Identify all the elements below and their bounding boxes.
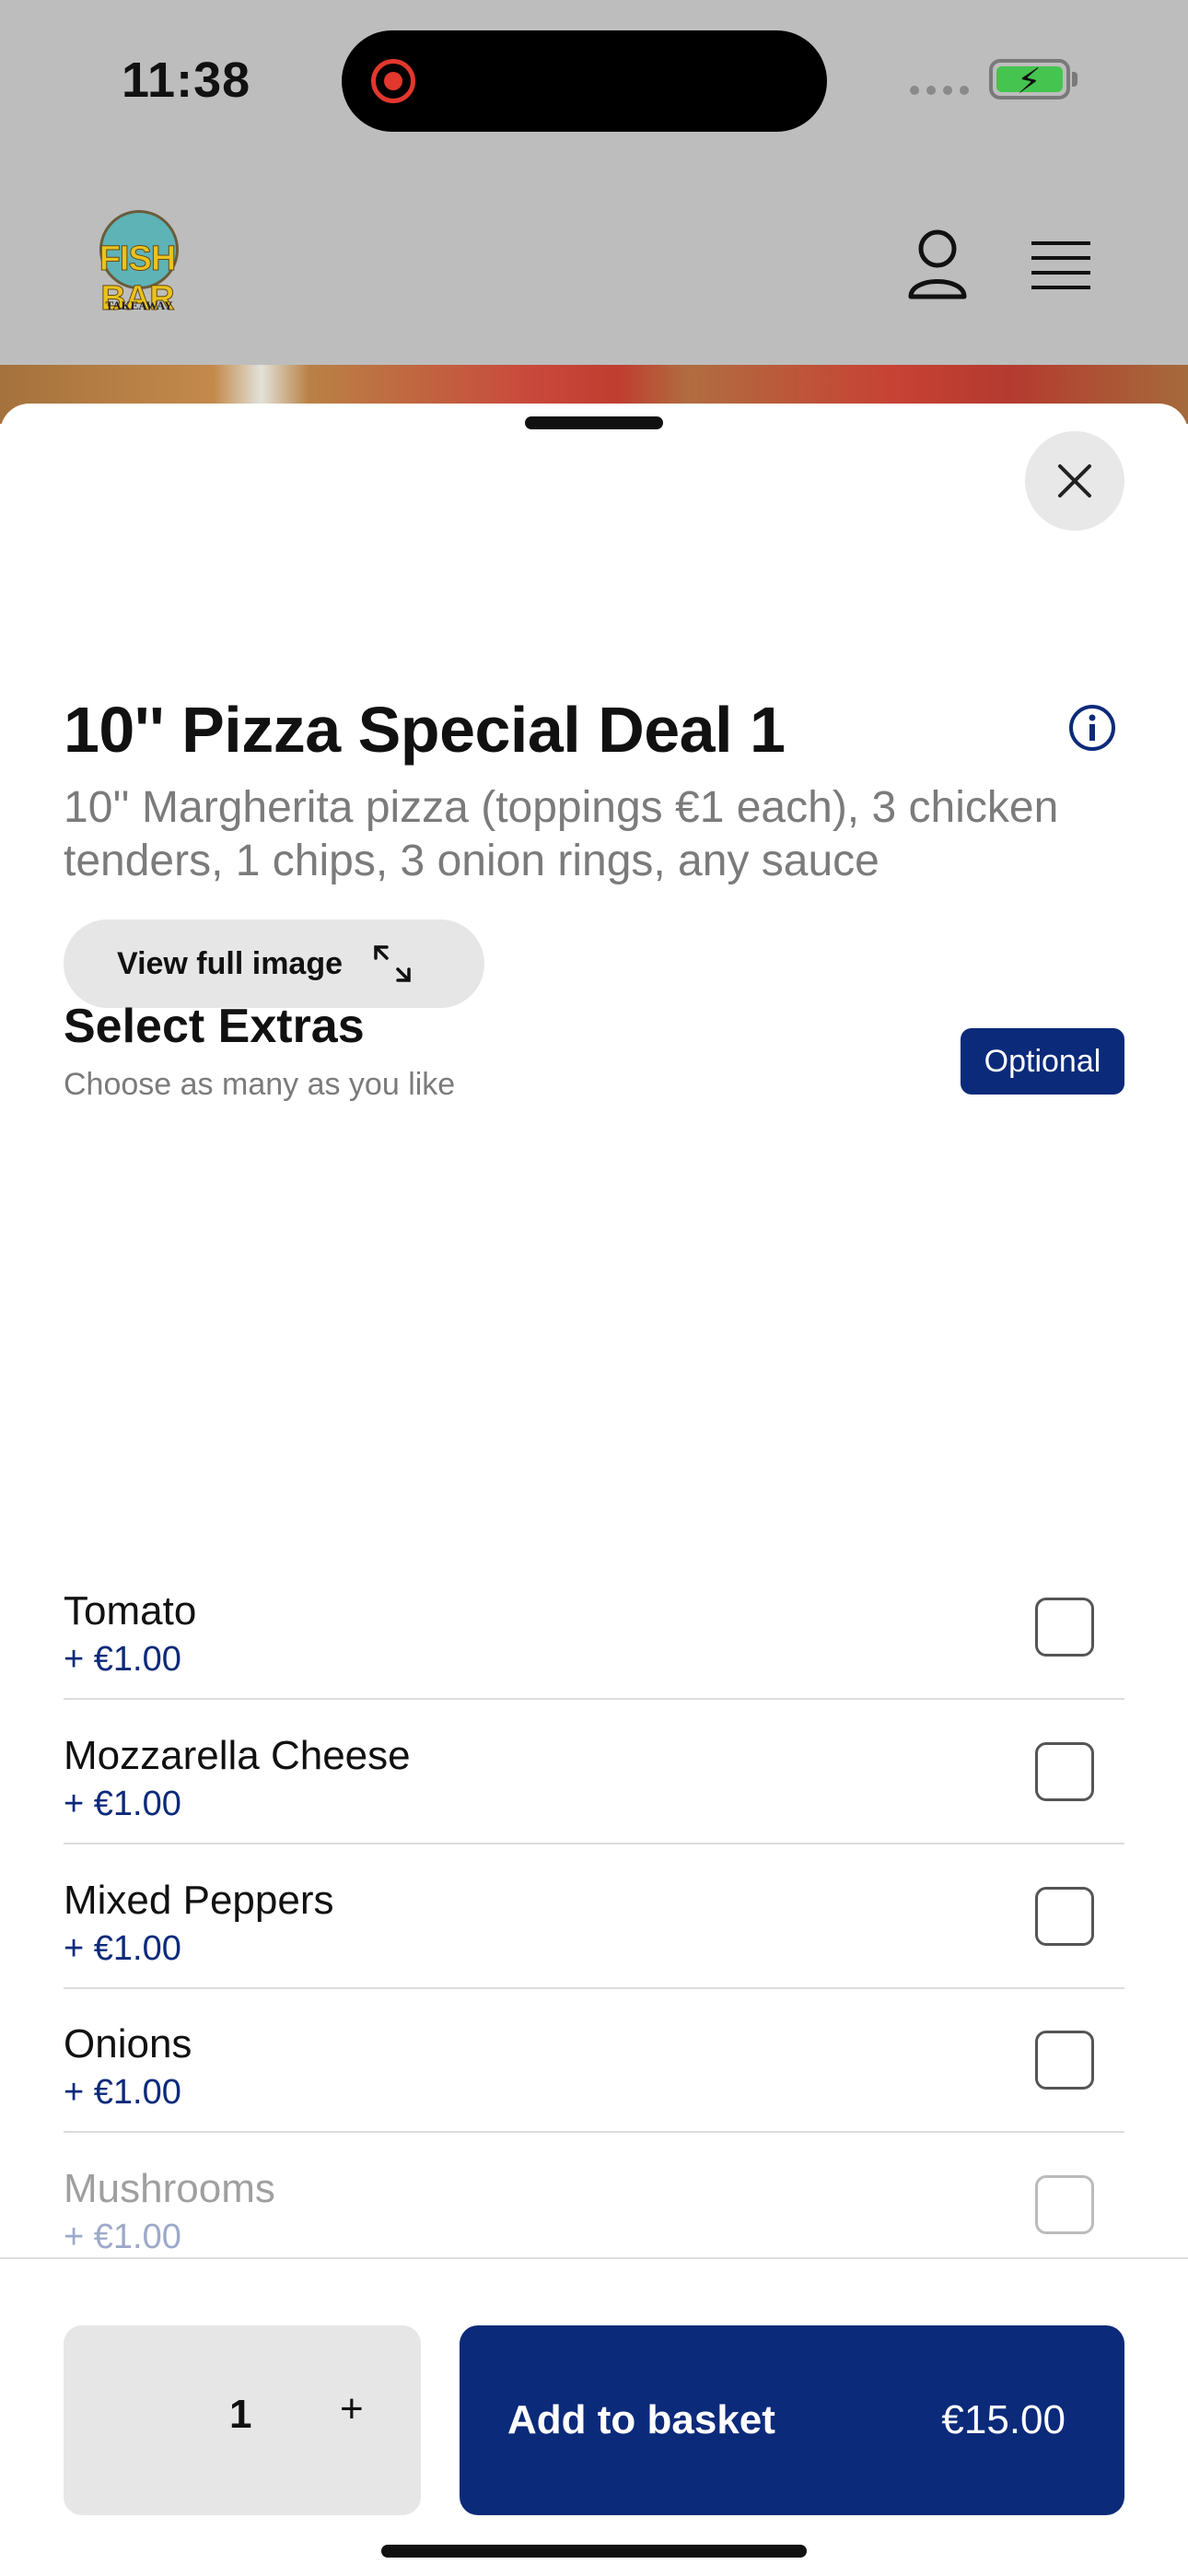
optional-badge: Optional bbox=[961, 1028, 1124, 1095]
home-indicator[interactable] bbox=[381, 2545, 807, 2558]
product-description: 10'' Margherita pizza (toppings €1 each)… bbox=[64, 783, 1059, 885]
add-to-basket-button[interactable]: Add to basket €15.00 bbox=[460, 2325, 1124, 2515]
quantity-stepper[interactable]: 1 + bbox=[64, 2325, 421, 2515]
status-time: 11:38 bbox=[122, 53, 251, 108]
info-icon[interactable] bbox=[1068, 704, 1116, 752]
view-full-image-button[interactable]: View full image bbox=[64, 919, 484, 1008]
close-icon bbox=[1058, 464, 1091, 498]
extra-option-onions[interactable]: Onions + €1.00 bbox=[64, 1988, 1124, 2133]
option-price: + €1.00 bbox=[64, 2218, 181, 2256]
add-to-basket-label: Add to basket bbox=[507, 2397, 775, 2442]
extras-title: Select Extras bbox=[64, 1000, 365, 1053]
extra-option-tomato[interactable]: Tomato + €1.00 bbox=[64, 1555, 1124, 1700]
option-checkbox[interactable] bbox=[1035, 1598, 1094, 1657]
product-title: 10'' Pizza Special Deal 1 bbox=[64, 694, 786, 766]
close-button[interactable] bbox=[1025, 431, 1124, 531]
option-name: Mozzarella Cheese bbox=[64, 1733, 411, 1778]
option-checkbox[interactable] bbox=[1035, 1742, 1094, 1801]
brand-logo[interactable]: FISH BAR TAKEAWAY bbox=[61, 203, 214, 322]
menu-icon[interactable] bbox=[1029, 228, 1093, 302]
basket-total: €15.00 bbox=[941, 2397, 1066, 2442]
option-price: + €1.00 bbox=[64, 1929, 181, 1968]
option-checkbox[interactable] bbox=[1035, 2175, 1094, 2234]
option-name: Mixed Peppers bbox=[64, 1878, 334, 1923]
signal-icon bbox=[910, 86, 969, 95]
view-full-image-label: View full image bbox=[117, 945, 344, 981]
option-price: + €1.00 bbox=[64, 1640, 181, 1679]
dynamic-island bbox=[342, 30, 827, 132]
basket-footer: 1 + Add to basket €15.00 bbox=[0, 2257, 1188, 2576]
extras-subtitle: Choose as many as you like bbox=[64, 1067, 456, 1102]
option-name: Tomato bbox=[64, 1588, 197, 1633]
battery-icon: ⚡ bbox=[989, 59, 1070, 101]
quantity-value: 1 bbox=[229, 2392, 252, 2437]
sheet-grabber[interactable] bbox=[525, 416, 663, 429]
extra-option-mixed-peppers[interactable]: Mixed Peppers + €1.00 bbox=[64, 1844, 1124, 1989]
option-name: Mushrooms bbox=[64, 2166, 275, 2211]
extra-option-mozzarella[interactable]: Mozzarella Cheese + €1.00 bbox=[64, 1700, 1124, 1844]
account-icon[interactable] bbox=[905, 228, 970, 302]
option-checkbox[interactable] bbox=[1035, 2031, 1094, 2090]
recording-indicator-icon bbox=[371, 59, 415, 103]
option-price: + €1.00 bbox=[64, 2073, 181, 2112]
option-name: Onions bbox=[64, 2021, 192, 2067]
extra-option-mushrooms[interactable]: Mushrooms + €1.00 bbox=[64, 2133, 1124, 2277]
option-price: + €1.00 bbox=[64, 1785, 181, 1823]
expand-icon bbox=[374, 945, 411, 982]
option-checkbox[interactable] bbox=[1035, 1887, 1094, 1946]
increment-button[interactable]: + bbox=[340, 2386, 364, 2432]
